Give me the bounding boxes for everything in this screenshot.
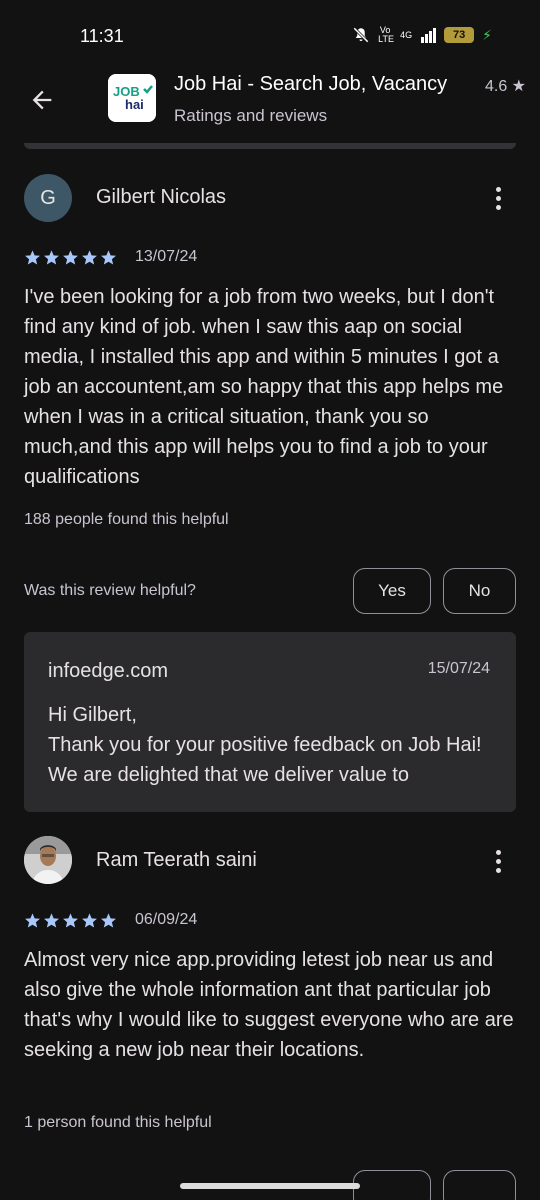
yes-button[interactable] <box>353 1170 431 1200</box>
helpful-question: Was this review helpful? <box>24 582 196 599</box>
reply-text: Hi Gilbert, Thank you for your positive … <box>48 704 482 786</box>
back-arrow-icon <box>32 90 52 110</box>
review-date: 13/07/24 <box>135 248 198 265</box>
star-icon <box>25 250 40 265</box>
yes-button[interactable]: Yes <box>353 568 431 614</box>
star-icon <box>63 913 78 928</box>
star-icon <box>101 250 116 265</box>
helpful-count: 1 person found this helpful <box>24 1114 212 1131</box>
star-rating <box>24 912 117 929</box>
avatar-photo-icon <box>24 836 72 884</box>
status-time: 11:31 <box>80 26 124 46</box>
no-button[interactable] <box>443 1170 516 1200</box>
review-date: 06/09/24 <box>135 911 198 928</box>
star-icon <box>101 913 116 928</box>
star-icon <box>44 913 59 928</box>
reviewer-name: Gilbert Nicolas <box>96 186 227 208</box>
review-text: Almost very nice app.providing letest jo… <box>24 949 514 1061</box>
no-button[interactable]: No <box>443 568 516 614</box>
star-rating <box>24 249 117 266</box>
network-type: 4G <box>400 29 413 40</box>
star-icon <box>25 913 40 928</box>
reply-date: 15/07/24 <box>427 660 490 677</box>
app-title: Job Hai - Search Job, Vacancy <box>174 73 448 95</box>
mute-icon <box>353 27 369 43</box>
app-rating: 4.6 ★ <box>484 78 526 95</box>
gesture-home-bar[interactable] <box>180 1183 360 1189</box>
app-logo: JOB hai <box>108 74 156 122</box>
star-icon <box>82 250 97 265</box>
page-subtitle: Ratings and reviews <box>174 106 328 125</box>
developer-reply: infoedge.com 15/07/24 Hi Gilbert, Thank … <box>24 632 516 812</box>
top-divider <box>24 143 516 149</box>
svg-text:hai: hai <box>125 97 144 112</box>
battery-icon: 73 <box>444 27 475 43</box>
signal-icon <box>421 28 437 43</box>
review-text: I've been looking for a job from two wee… <box>24 286 504 488</box>
status-icons: Vo LTE 4G 73 ⚡ <box>352 24 492 46</box>
charging-icon: ⚡ <box>482 26 492 43</box>
avatar <box>24 836 72 884</box>
volte-indicator: Vo LTE <box>378 25 394 44</box>
developer-name: infoedge.com <box>48 660 169 682</box>
helpful-count: 188 people found this helpful <box>24 511 229 528</box>
star-icon <box>44 250 59 265</box>
status-bar: 11:31 Vo LTE 4G 73 ⚡ <box>0 0 540 70</box>
job-hai-logo-icon: JOB hai <box>108 74 156 122</box>
avatar-letter: G <box>40 186 56 209</box>
star-icon <box>82 913 97 928</box>
more-options-button[interactable] <box>486 182 510 214</box>
more-vert-icon <box>495 186 501 192</box>
reviewer-name: Ram Teerath saini <box>96 849 257 871</box>
star-icon <box>63 250 78 265</box>
back-button[interactable] <box>24 82 60 118</box>
app-header: JOB hai Job Hai - Search Job, Vacancy Ra… <box>0 70 540 138</box>
more-vert-icon <box>495 849 501 855</box>
avatar: G <box>24 174 72 222</box>
more-options-button[interactable] <box>486 845 510 877</box>
